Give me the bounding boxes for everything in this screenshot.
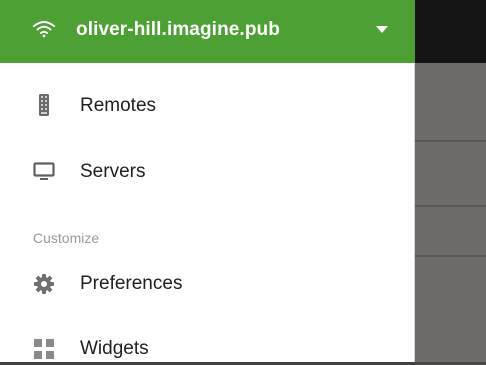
menu-item-label: Servers: [80, 161, 146, 182]
drawer-menu: Remotes Servers Customize Preferences Wi…: [0, 63, 415, 362]
app-frame: oliver-hill.imagine.pub Remotes Servers …: [0, 0, 486, 365]
triangle-down-icon[interactable]: [376, 26, 388, 34]
menu-item-widgets[interactable]: Widgets: [0, 323, 415, 365]
wifi-icon: [33, 21, 55, 38]
widgets-grid-icon: [34, 339, 54, 359]
menu-item-remotes[interactable]: Remotes: [0, 79, 415, 131]
app-toolbar-dimmed: [415, 0, 486, 63]
navigation-drawer: oliver-hill.imagine.pub Remotes Servers …: [0, 0, 415, 365]
content-divider: [415, 255, 486, 257]
menu-item-label: Preferences: [80, 273, 183, 294]
scrim-backdrop[interactable]: [415, 0, 486, 365]
section-header-customize: Customize: [33, 230, 100, 246]
gear-icon: [34, 274, 54, 294]
account-name: oliver-hill.imagine.pub: [76, 19, 280, 40]
monitor-icon: [33, 162, 55, 180]
content-divider: [415, 205, 486, 207]
remote-icon: [39, 94, 49, 116]
account-switcher[interactable]: oliver-hill.imagine.pub: [0, 0, 415, 63]
menu-item-label: Remotes: [80, 95, 157, 116]
menu-item-preferences[interactable]: Preferences: [0, 258, 415, 310]
content-divider: [415, 140, 486, 142]
menu-item-servers[interactable]: Servers: [0, 146, 415, 198]
menu-item-label: Widgets: [80, 338, 149, 359]
